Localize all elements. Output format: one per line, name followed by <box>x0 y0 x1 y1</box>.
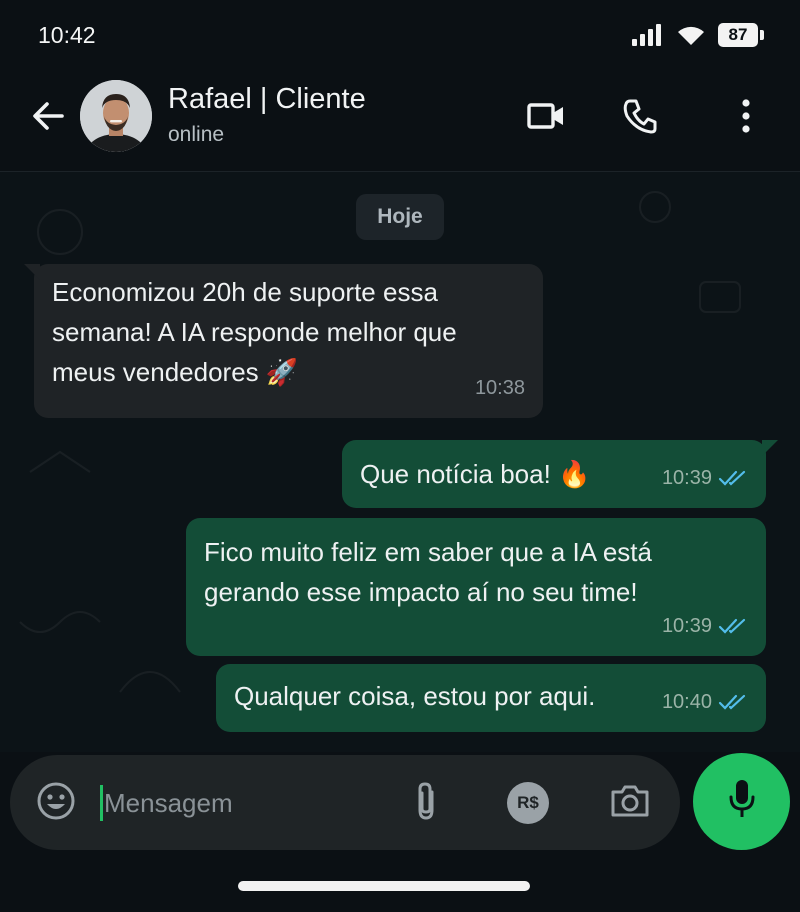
chat-screen: 10:42 87 Rafael | Cliente online Hoje Ec… <box>0 0 800 912</box>
video-call-icon <box>527 102 565 135</box>
home-indicator[interactable] <box>238 881 530 891</box>
message-line: semana! A IA responde melhor que <box>52 317 457 347</box>
message-input[interactable] <box>104 783 384 823</box>
more-vert-icon <box>741 98 751 138</box>
message-meta: 10:38 <box>475 368 525 408</box>
message-time: 10:40 <box>661 691 712 713</box>
voice-record-button[interactable] <box>693 753 790 850</box>
read-ticks-icon <box>718 694 746 710</box>
payment-icon: R$ <box>507 782 549 824</box>
message-line: Qualquer coisa, estou por aqui. <box>234 681 596 711</box>
camera-icon <box>609 783 651 824</box>
message-text: Que notícia boa! 🔥 <box>360 454 590 494</box>
message-incoming[interactable]: Economizou 20h de suporte essa semana! A… <box>24 264 543 418</box>
mic-icon <box>727 778 757 825</box>
message-line: Fico muito feliz em saber que a IA está <box>204 537 652 567</box>
message-line: meus vendedores 🚀 <box>52 357 299 387</box>
message-meta: 10:40 <box>662 682 748 722</box>
message-time: 10:38 <box>474 377 525 399</box>
arrow-left-icon <box>28 102 68 140</box>
payment-label: R$ <box>517 793 539 812</box>
message-line: Economizou 20h de suporte essa <box>52 277 438 307</box>
message-outgoing[interactable]: Fico muito feliz em saber que a IA está … <box>186 518 766 656</box>
message-meta: 10:39 <box>662 458 748 498</box>
status-icons: 87 <box>632 20 764 50</box>
battery-tip <box>760 30 764 40</box>
more-options-button[interactable] <box>722 94 770 142</box>
battery-icon: 87 <box>718 23 764 47</box>
video-call-button[interactable] <box>522 94 570 142</box>
voice-call-button[interactable] <box>616 94 664 142</box>
wifi-icon <box>676 23 706 47</box>
message-text: Fico muito feliz em saber que a IA está … <box>204 532 652 612</box>
phone-icon <box>622 98 658 139</box>
contact-name[interactable]: Rafael | Cliente <box>168 83 366 116</box>
status-time: 10:42 <box>38 22 96 48</box>
attach-icon <box>412 780 440 827</box>
read-ticks-icon <box>718 618 746 634</box>
message-outgoing[interactable]: Qualquer coisa, estou por aqui. 10:40 <box>216 664 766 732</box>
message-time: 10:39 <box>661 467 712 489</box>
emoji-icon <box>36 781 76 826</box>
message-meta: 10:39 <box>662 606 748 646</box>
emoji-button[interactable] <box>30 777 82 829</box>
message-list[interactable]: Hoje Economizou 20h de suporte essa sema… <box>0 172 800 752</box>
signal-icon <box>632 24 666 46</box>
chat-header: Rafael | Cliente online <box>0 68 800 172</box>
date-chip: Hoje <box>356 194 444 240</box>
text-caret <box>100 785 103 821</box>
composer-pill: R$ <box>10 755 680 850</box>
camera-button[interactable] <box>604 777 656 829</box>
message-line: Que notícia boa! 🔥 <box>360 459 591 489</box>
message-line: gerando esse impacto aí no seu time! <box>204 577 638 607</box>
message-time: 10:39 <box>661 615 712 637</box>
message-text: Economizou 20h de suporte essa semana! A… <box>52 272 457 392</box>
status-bar: 10:42 87 <box>0 0 800 68</box>
bubble-tail <box>24 264 40 280</box>
battery-level: 87 <box>718 23 758 47</box>
message-outgoing[interactable]: Que notícia boa! 🔥 10:39 <box>342 440 778 508</box>
contact-status: online <box>168 123 225 146</box>
read-ticks-icon <box>718 470 746 486</box>
composer-bar: R$ <box>0 752 800 912</box>
payment-button[interactable]: R$ <box>502 777 554 829</box>
avatar[interactable] <box>80 80 152 152</box>
attach-button[interactable] <box>400 777 452 829</box>
message-text: Qualquer coisa, estou por aqui. <box>234 676 595 716</box>
bubble-tail <box>762 440 778 456</box>
back-button[interactable] <box>28 96 72 136</box>
